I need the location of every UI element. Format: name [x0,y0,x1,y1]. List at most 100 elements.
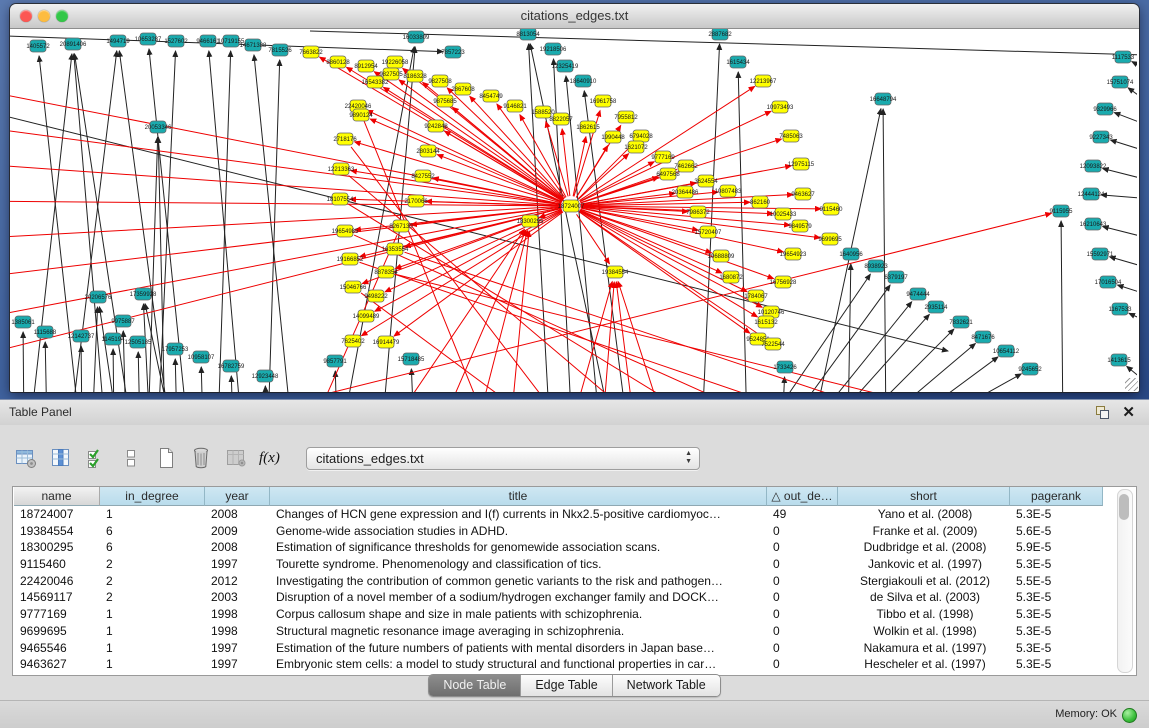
close-window-button[interactable] [20,10,32,22]
table-cell[interactable]: 5.5E-5 [1010,573,1103,590]
table-cell[interactable]: Investigating the contribution of common… [270,573,767,590]
table-cell[interactable]: 1 [100,606,205,623]
table-row[interactable]: 946554611997Estimation of the future num… [14,640,1103,657]
table-cell[interactable]: 1997 [205,556,270,573]
table-cell[interactable]: Disruption of a novel member of a sodium… [270,589,767,606]
table-cell[interactable]: 22420046 [14,573,100,590]
table-row[interactable]: 977716911998Corpus callosum shape and si… [14,606,1103,623]
table-cell[interactable]: Tourette syndrome. Phenomenology and cla… [270,556,767,573]
table-cell[interactable]: Stergiakouli et al. (2012) [838,573,1010,590]
table-cell[interactable]: Nakamura et al. (1997) [838,640,1010,657]
window-titlebar[interactable]: citations_edges.txt [10,4,1139,29]
table-cell[interactable]: 2 [100,589,205,606]
table-cell[interactable]: 5.3E-5 [1010,589,1103,606]
table-settings-icon[interactable] [14,446,38,470]
table-cell[interactable]: 2012 [205,573,270,590]
table-cell[interactable]: Franke et al. (2009) [838,523,1010,540]
table-cell[interactable]: 0 [767,606,838,623]
table-cell[interactable]: 9115460 [14,556,100,573]
table-cell[interactable]: 14569117 [14,589,100,606]
table-cell[interactable]: 1997 [205,656,270,673]
table-row[interactable]: 1830029562008Estimation of significance … [14,539,1103,556]
graph-svg[interactable]: 1405572208914061494719106532871527602946… [10,29,1137,392]
column-header-out_de[interactable]: △ out_de… [767,487,838,506]
delete-trash-icon[interactable] [189,446,213,470]
table-cell[interactable]: de Silva et al. (2003) [838,589,1010,606]
table-cell[interactable]: 5.9E-5 [1010,539,1103,556]
column-header-short[interactable]: short [838,487,1010,506]
table-cell[interactable]: 5.3E-5 [1010,623,1103,640]
table-cell[interactable]: 6 [100,523,205,540]
table-row[interactable]: 946362711997Embryonic stem cells: a mode… [14,656,1103,673]
scrollbar-thumb[interactable] [1119,494,1129,520]
deselect-all-icon[interactable] [119,446,143,470]
table-cell[interactable]: 1 [100,623,205,640]
table-cell[interactable]: Corpus callosum shape and size in male p… [270,606,767,623]
table-cell[interactable]: 6 [100,539,205,556]
new-table-icon[interactable] [154,446,178,470]
table-cell[interactable]: 9699695 [14,623,100,640]
table-cell[interactable]: 2009 [205,523,270,540]
table-row[interactable]: 911546021997Tourette syndrome. Phenomeno… [14,556,1103,573]
table-select-dropdown[interactable]: citations_edges.txt ▲▼ [306,447,700,470]
table-cell[interactable]: 19384554 [14,523,100,540]
table-cell[interactable]: 18724007 [14,506,100,523]
graph-canvas[interactable]: 1405572208914061494719106532871527602946… [10,29,1139,392]
table-cell[interactable]: 0 [767,589,838,606]
table-cell[interactable]: 0 [767,523,838,540]
minimize-window-button[interactable] [38,10,50,22]
table-cell[interactable]: 1997 [205,640,270,657]
table-cell[interactable]: Wolkin et al. (1998) [838,623,1010,640]
column-header-year[interactable]: year [205,487,270,506]
table-cell[interactable]: Hescheler et al. (1997) [838,656,1010,673]
table-cell[interactable]: Changes of HCN gene expression and I(f) … [270,506,767,523]
table-cell[interactable]: 5.3E-5 [1010,506,1103,523]
column-header-name[interactable]: name [14,487,100,506]
table-cell[interactable]: 1 [100,506,205,523]
table-cell[interactable]: 1 [100,640,205,657]
tab-network-table[interactable]: Network Table [613,675,720,696]
table-cell[interactable]: 1998 [205,623,270,640]
table-cell[interactable]: 2003 [205,589,270,606]
table-row[interactable]: 1456911722003Disruption of a novel membe… [14,589,1103,606]
table-cell[interactable]: 0 [767,539,838,556]
table-cell[interactable]: 5.3E-5 [1010,656,1103,673]
table-row[interactable]: 1872400712008Changes of HCN gene express… [14,506,1103,523]
table-cell[interactable]: Genome-wide association studies in ADHD. [270,523,767,540]
function-builder-icon[interactable]: f(x) [259,446,283,470]
column-visibility-icon[interactable] [49,446,73,470]
table-cell[interactable]: Tibbo et al. (1998) [838,606,1010,623]
zoom-window-button[interactable] [56,10,68,22]
table-cell[interactable]: Yano et al. (2008) [838,506,1010,523]
table-cell[interactable]: 2 [100,573,205,590]
tab-node-table[interactable]: Node Table [429,675,521,696]
table-cell[interactable]: 2008 [205,506,270,523]
table-cell[interactable]: 5.3E-5 [1010,556,1103,573]
table-cell[interactable]: 2008 [205,539,270,556]
table-cell[interactable]: 0 [767,656,838,673]
table-cell[interactable]: 2 [100,556,205,573]
resize-grip[interactable] [1125,378,1138,391]
table-cell[interactable]: 9465546 [14,640,100,657]
table-cell[interactable]: 1 [100,656,205,673]
column-header-in_degree[interactable]: in_degree [100,487,205,506]
close-panel-icon[interactable]: ✕ [1122,403,1135,422]
table-cell[interactable]: Jankovic et al. (1997) [838,556,1010,573]
table-cell[interactable]: 0 [767,640,838,657]
table-cell[interactable]: 0 [767,623,838,640]
table-cell[interactable]: 18300295 [14,539,100,556]
table-cell[interactable]: 0 [767,573,838,590]
table-cell[interactable]: Embryonic stem cells: a model to study s… [270,656,767,673]
tab-edge-table[interactable]: Edge Table [521,675,612,696]
vertical-scrollbar[interactable] [1117,489,1133,673]
column-header-title[interactable]: title [270,487,767,506]
table-cell[interactable]: 49 [767,506,838,523]
table-row[interactable]: 969969511998Structural magnetic resonanc… [14,623,1103,640]
table-row[interactable]: 2242004622012Investigating the contribut… [14,573,1103,590]
table-cell[interactable]: Estimation of the future numbers of pati… [270,640,767,657]
column-header-pagerank[interactable]: pagerank [1010,487,1103,506]
table-cell[interactable]: Estimation of significance thresholds fo… [270,539,767,556]
table-cell[interactable]: 0 [767,556,838,573]
table-cell[interactable]: 1998 [205,606,270,623]
table-cell[interactable]: 5.6E-5 [1010,523,1103,540]
